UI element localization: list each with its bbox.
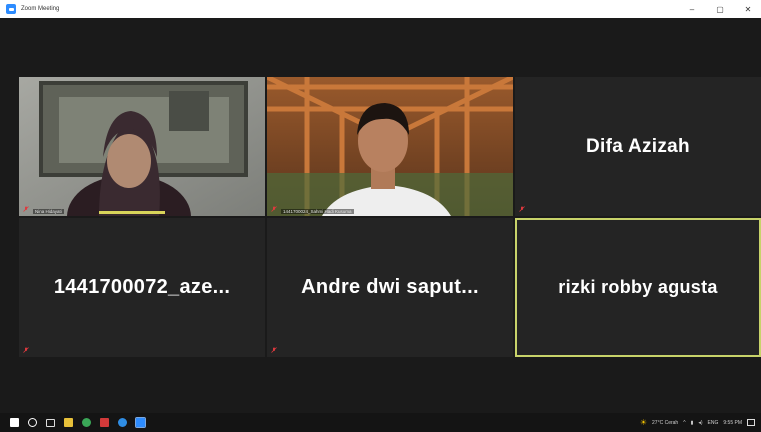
notification-icon[interactable] (747, 419, 755, 426)
mic-muted-icon (23, 347, 29, 353)
windows-start-icon[interactable] (10, 418, 19, 427)
weather-text[interactable]: 27°C Cerah (652, 420, 678, 426)
system-tray: ☀ 27°C Cerah ^ ▮ ◂) ENG 9:55 PM (640, 413, 755, 432)
mic-muted-icon (271, 206, 277, 212)
chrome-icon[interactable] (82, 418, 91, 427)
participant-caption: Nina Hidayati (33, 209, 64, 214)
participant-tile-active-speaker[interactable]: rizki robby agusta (515, 218, 761, 357)
file-explorer-icon[interactable] (64, 418, 73, 427)
search-icon[interactable] (28, 418, 37, 427)
network-icon[interactable]: ▮ (691, 420, 694, 426)
mic-muted-icon (519, 206, 525, 212)
task-view-icon[interactable] (46, 418, 55, 427)
participant-name: Difa Azizah (586, 135, 690, 157)
participant-name: rizki robby agusta (558, 277, 718, 297)
participant-name: 1441700072_aze... (53, 276, 231, 298)
weather-icon: ☀ (639, 418, 648, 427)
mic-muted-icon (23, 206, 29, 212)
participant-tile[interactable]: Andre dwi saput... (267, 218, 513, 357)
participant-tile-video[interactable]: Nina Hidayati (19, 77, 265, 216)
title-bar: Zoom Meeting – ▢ ✕ (0, 0, 761, 18)
language-indicator[interactable]: ENG (708, 420, 719, 426)
gallery-view: Nina Hidayati 1441700024_Sahmi Hadi Kusu… (0, 18, 761, 413)
participant-caption: 1441700024_Sahmi Hadi Kusuma (281, 209, 354, 214)
close-button[interactable]: ✕ (741, 5, 755, 14)
participant-video-feed (19, 77, 265, 216)
participant-name: Andre dwi saput... (301, 276, 479, 298)
window-title: Zoom Meeting (21, 6, 60, 12)
window-controls: – ▢ ✕ (685, 0, 755, 18)
zoom-taskbar-icon[interactable] (135, 417, 146, 428)
participant-tile[interactable]: Difa Azizah (515, 77, 761, 216)
pdf-reader-icon[interactable] (100, 418, 109, 427)
participant-video-feed (267, 77, 513, 216)
clock[interactable]: 9:55 PM (723, 420, 742, 426)
maximize-button[interactable]: ▢ (713, 5, 727, 14)
participant-tile-video[interactable]: 1441700024_Sahmi Hadi Kusuma (267, 77, 513, 216)
participant-tile[interactable]: 1441700072_aze... (19, 218, 265, 357)
minimize-button[interactable]: – (685, 5, 699, 14)
tray-overflow-icon[interactable]: ^ (683, 420, 685, 426)
volume-icon[interactable]: ◂) (698, 420, 702, 426)
edge-icon[interactable] (118, 418, 127, 427)
mic-muted-icon (271, 347, 277, 353)
zoom-logo-icon (6, 4, 16, 14)
windows-taskbar: ☀ 27°C Cerah ^ ▮ ◂) ENG 9:55 PM (0, 413, 761, 432)
